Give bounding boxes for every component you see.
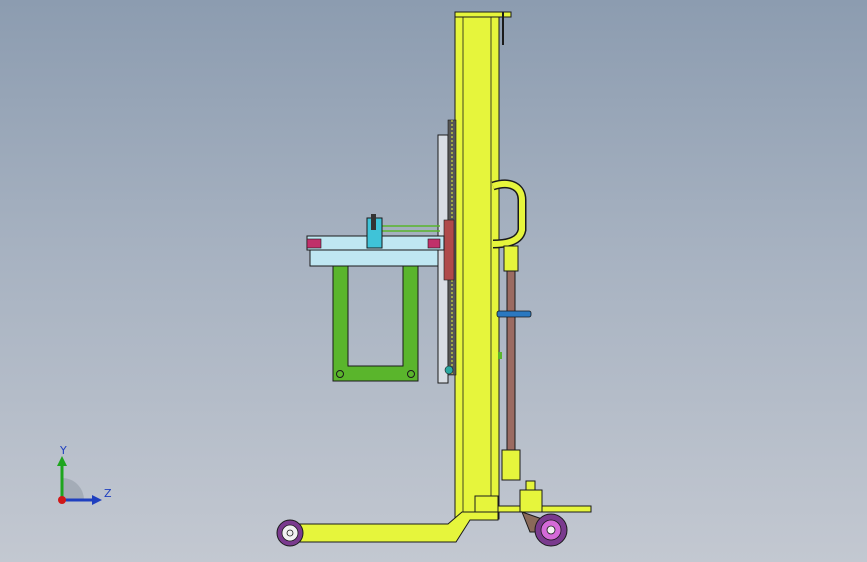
x-axis-dot xyxy=(58,496,66,504)
stacker-model[interactable] xyxy=(0,0,867,562)
z-axis-label: Z xyxy=(104,487,112,500)
front-wheel xyxy=(276,519,304,547)
mast xyxy=(454,11,512,520)
axis-triad: Y Z xyxy=(57,444,112,505)
cad-viewport[interactable]: Y Z xyxy=(0,0,867,562)
lift-chain xyxy=(437,119,457,384)
y-axis-label: Y xyxy=(59,444,67,457)
z-axis-arrowhead xyxy=(92,495,102,505)
rear-wheel xyxy=(534,513,568,547)
clamp-frame xyxy=(332,265,419,382)
hydraulic-rod xyxy=(496,270,532,481)
y-axis-arrowhead xyxy=(57,456,67,466)
carriage-arm xyxy=(306,214,445,267)
